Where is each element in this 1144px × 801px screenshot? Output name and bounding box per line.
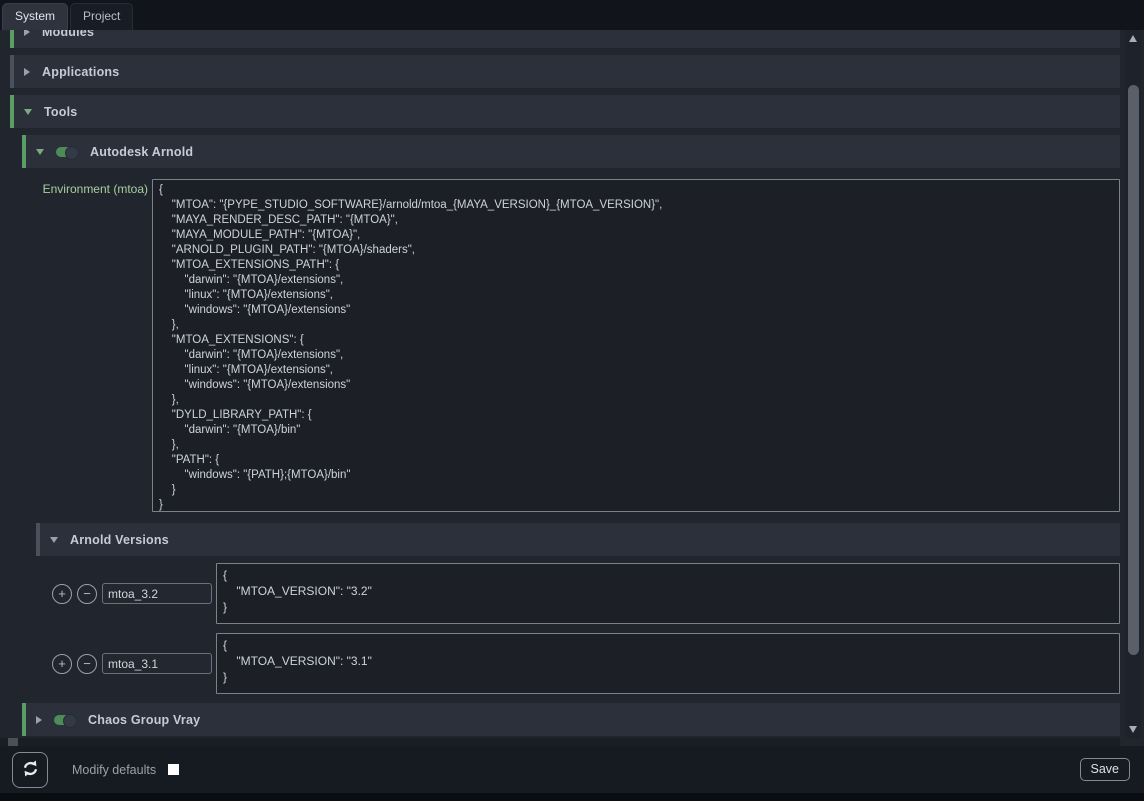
modify-defaults-label: Modify defaults: [72, 763, 156, 777]
vertical-scrollbar-thumb[interactable]: [1128, 85, 1139, 655]
horizontal-scrollbar[interactable]: [0, 738, 1120, 746]
plus-icon: +: [58, 656, 66, 671]
vray-enabled-toggle[interactable]: [54, 715, 76, 725]
section-header-modules[interactable]: Modules: [10, 30, 1120, 48]
scroll-down-arrow-icon[interactable]: [1129, 726, 1137, 733]
tab-project-label: Project: [83, 9, 120, 23]
window-bottom-edge: [0, 793, 1144, 801]
environment-json-editor[interactable]: { "MTOA": "{PYPE_STUDIO_SOFTWARE}/arnold…: [152, 179, 1120, 512]
section-title-tools: Tools: [44, 105, 77, 119]
vertical-scrollbar[interactable]: [1126, 30, 1141, 738]
version-key-input[interactable]: [102, 583, 212, 604]
section-header-chaos-group-vray[interactable]: Chaos Group Vray: [22, 703, 1120, 736]
settings-scroll-area: Modules Applications Tools Autodesk Arno…: [0, 30, 1144, 746]
section-header-applications[interactable]: Applications: [10, 55, 1120, 88]
footer-bar: Modify defaults Save: [0, 746, 1144, 793]
chevron-down-icon: [24, 109, 32, 115]
version-json-editor[interactable]: { "MTOA_VERSION": "3.1" }: [216, 633, 1120, 694]
plus-icon: +: [58, 586, 66, 601]
minus-icon: −: [83, 656, 91, 671]
save-button[interactable]: Save: [1080, 758, 1131, 781]
section-title-modules: Modules: [42, 30, 94, 39]
section-header-autodesk-arnold[interactable]: Autodesk Arnold: [22, 135, 1120, 168]
refresh-button[interactable]: [12, 752, 48, 788]
scroll-up-arrow-icon[interactable]: [1129, 35, 1137, 42]
add-version-button[interactable]: +: [52, 584, 72, 604]
remove-version-button[interactable]: −: [77, 654, 97, 674]
arnold-enabled-toggle[interactable]: [56, 147, 78, 157]
version-row: + − { "MTOA_VERSION": "3.2" }: [52, 563, 1120, 624]
section-header-tools[interactable]: Tools: [10, 95, 1120, 128]
section-header-arnold-versions[interactable]: Arnold Versions: [36, 523, 1120, 556]
tab-system[interactable]: System: [2, 3, 68, 30]
section-title-chaos-group-vray: Chaos Group Vray: [88, 713, 200, 727]
tab-bar: System Project: [0, 0, 1144, 30]
environment-label: Environment (mtoa): [10, 179, 148, 196]
horizontal-scrollbar-thumb[interactable]: [8, 738, 18, 746]
remove-version-button[interactable]: −: [77, 584, 97, 604]
tab-system-label: System: [15, 9, 55, 23]
tab-project[interactable]: Project: [70, 3, 133, 30]
version-row: + − { "MTOA_VERSION": "3.1" }: [52, 633, 1120, 694]
chevron-right-icon: [24, 30, 30, 36]
modify-defaults-checkbox[interactable]: [168, 764, 179, 775]
environment-row: Environment (mtoa) { "MTOA": "{PYPE_STUD…: [10, 179, 1120, 512]
chevron-right-icon: [36, 716, 42, 724]
chevron-down-icon: [50, 537, 58, 543]
chevron-down-icon: [36, 149, 44, 155]
add-version-button[interactable]: +: [52, 654, 72, 674]
chevron-right-icon: [24, 68, 30, 76]
version-key-input[interactable]: [102, 653, 212, 674]
section-title-arnold-versions: Arnold Versions: [70, 533, 169, 547]
minus-icon: −: [83, 586, 91, 601]
section-title-autodesk-arnold: Autodesk Arnold: [90, 145, 193, 159]
refresh-icon: [21, 759, 40, 781]
section-title-applications: Applications: [42, 65, 119, 79]
version-json-editor[interactable]: { "MTOA_VERSION": "3.2" }: [216, 563, 1120, 624]
